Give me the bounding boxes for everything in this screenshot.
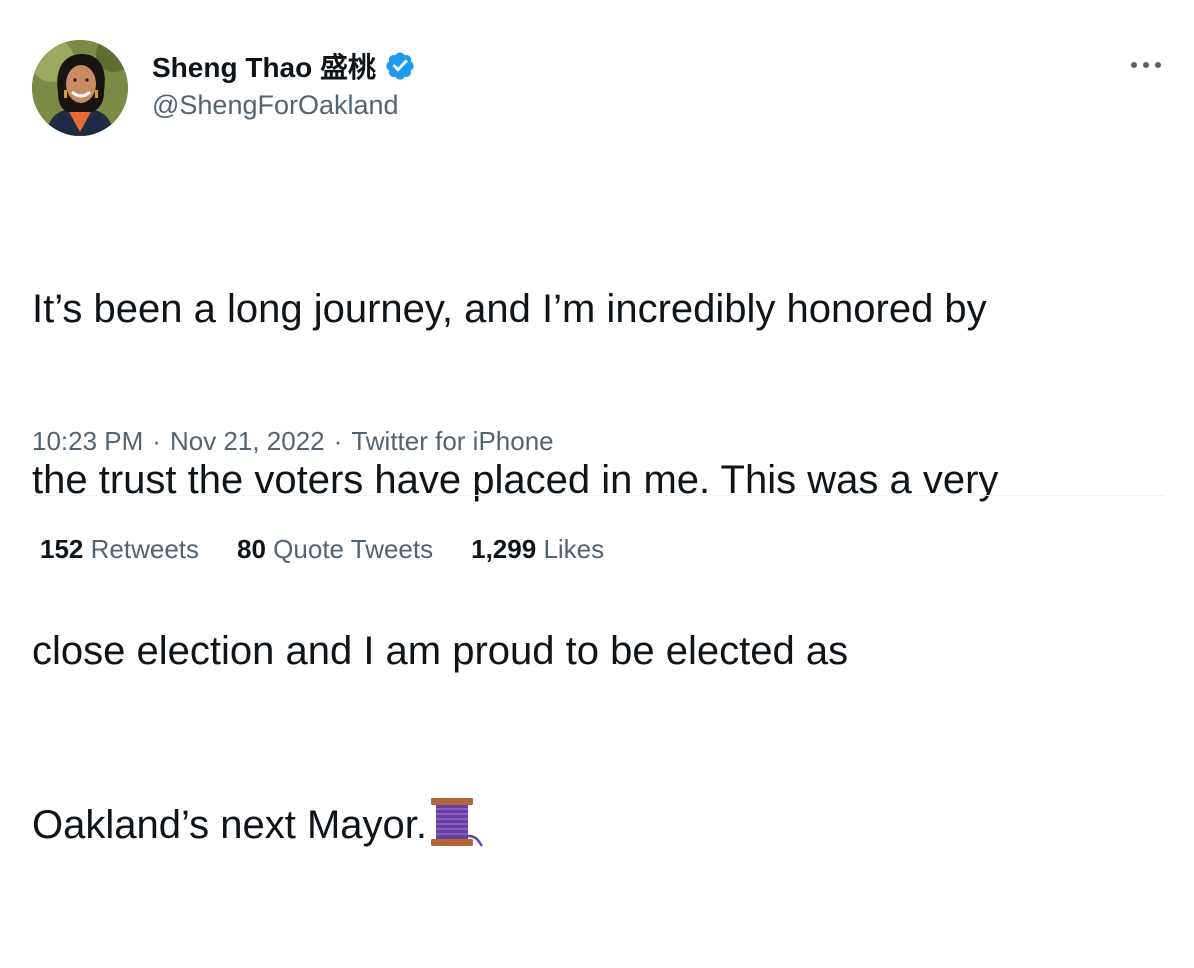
tweet-text-line: It’s been a long journey, and I’m incred… — [32, 287, 987, 331]
tweet-source[interactable]: Twitter for iPhone — [351, 426, 553, 456]
likes-label: Likes — [543, 534, 605, 564]
tweet-time[interactable]: 10:23 PM — [32, 426, 143, 456]
quote-tweets-label: Quote Tweets — [273, 534, 434, 564]
tweet-text-line: Oakland’s next Mayor. — [32, 803, 428, 847]
avatar[interactable] — [32, 40, 128, 136]
likes-count: 1,299 — [471, 534, 537, 564]
meta-separator: · — [333, 426, 343, 456]
more-options-button[interactable] — [1124, 50, 1168, 80]
tweet-text-line: close election and I am proud to be elec… — [32, 629, 849, 673]
retweets-stat[interactable]: 152 Retweets — [40, 534, 199, 565]
more-dots-icon — [1131, 62, 1161, 68]
spool-of-thread-icon — [429, 794, 485, 850]
author-name-row: Sheng Thao 盛桃 — [152, 46, 416, 86]
likes-stat[interactable]: 1,299 Likes — [471, 534, 604, 565]
quote-tweets-count: 80 — [237, 534, 266, 564]
divider — [32, 495, 1164, 496]
verified-badge-icon — [384, 50, 416, 82]
retweets-label: Retweets — [90, 534, 200, 564]
tweet-date[interactable]: Nov 21, 2022 — [170, 426, 325, 456]
tweet-text-line: the trust the voters have placed in me. … — [32, 458, 999, 502]
tweet-card: Sheng Thao 盛桃 @ShengForOakland It’s been… — [0, 0, 1194, 847]
avatar-photo — [32, 40, 128, 136]
tweet-text-line-last: Oakland’s next Mayor. — [32, 794, 1162, 854]
tweet-text: It’s been a long journey, and I’m incred… — [32, 167, 1162, 968]
quote-tweets-stat[interactable]: 80 Quote Tweets — [237, 534, 433, 565]
display-name[interactable]: Sheng Thao 盛桃 — [152, 46, 376, 86]
engagement-stats: 152 Retweets 80 Quote Tweets 1,299 Likes — [40, 534, 642, 565]
retweets-count: 152 — [40, 534, 84, 564]
tweet-meta: 10:23 PM · Nov 21, 2022 · Twitter for iPhone — [32, 426, 554, 457]
meta-separator: · — [152, 426, 161, 456]
author-handle[interactable]: @ShengForOakland — [152, 90, 399, 121]
